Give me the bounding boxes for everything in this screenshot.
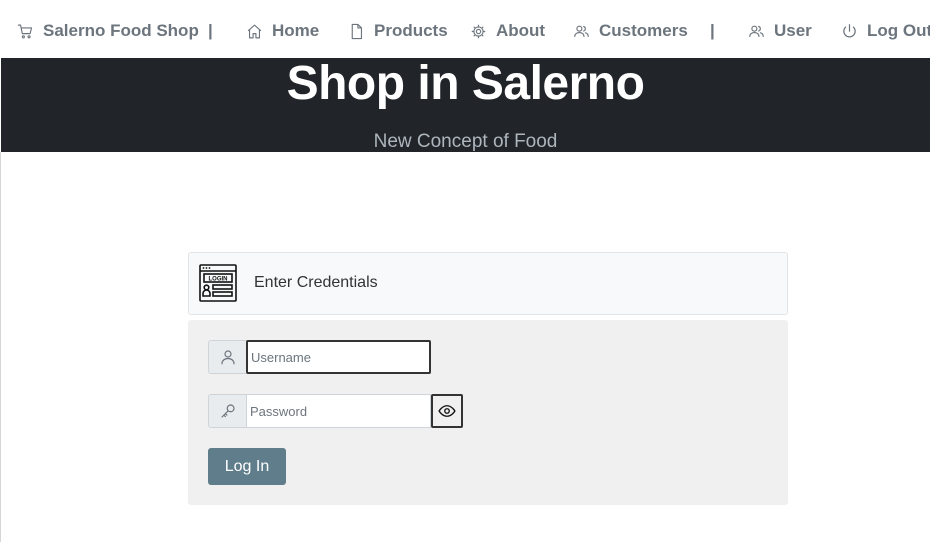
user-icon [220, 350, 235, 365]
home-icon [247, 24, 262, 38]
gear-icon [471, 24, 486, 38]
nav-logout[interactable]: Log Out [841, 18, 930, 44]
shopping-cart-icon [17, 24, 33, 38]
users-icon [749, 25, 764, 37]
nav-about-label: About [496, 21, 546, 40]
username-input[interactable] [246, 340, 431, 374]
nav-user[interactable]: User [748, 18, 812, 44]
nav-about[interactable]: About [470, 18, 545, 44]
login-window-icon: LOGIN [199, 264, 237, 302]
password-input[interactable] [246, 394, 431, 428]
power-icon [843, 23, 856, 37]
nav-customers-label: Customers [599, 21, 688, 40]
login-button[interactable]: Log In [208, 448, 286, 485]
username-addon [208, 340, 246, 374]
nav-products[interactable]: Products [348, 18, 448, 44]
brand-link[interactable]: Salerno Food Shop [17, 18, 199, 44]
top-navbar: Salerno Food Shop | Home Products About … [0, 0, 930, 58]
password-addon [208, 394, 246, 428]
nav-home[interactable]: Home [246, 18, 319, 44]
page-divider [0, 152, 1, 542]
nav-separator: | [710, 21, 715, 40]
hero-title: Shop in Salerno [286, 58, 645, 110]
card-title: Enter Credentials [254, 274, 378, 291]
brand-label: Salerno Food Shop [43, 21, 199, 40]
nav-products-label: Products [374, 21, 448, 40]
credentials-card-header: LOGIN Enter Credentials [188, 252, 788, 315]
hero-subtitle: New Concept of Food [373, 131, 558, 152]
nav-home-label: Home [272, 21, 320, 40]
eye-icon [438, 405, 456, 417]
users-icon [574, 25, 589, 37]
toggle-password-button[interactable] [431, 394, 463, 428]
hero-banner: Shop in Salerno New Concept of Food [1, 58, 930, 152]
key-icon [220, 404, 235, 418]
file-icon [351, 23, 363, 39]
nav-logout-label: Log Out [867, 21, 930, 40]
nav-customers[interactable]: Customers [573, 18, 688, 44]
nav-separator: | [208, 21, 213, 40]
svg-text:LOGIN: LOGIN [209, 277, 228, 283]
nav-user-label: User [774, 21, 812, 40]
login-form: Log In [188, 320, 788, 505]
